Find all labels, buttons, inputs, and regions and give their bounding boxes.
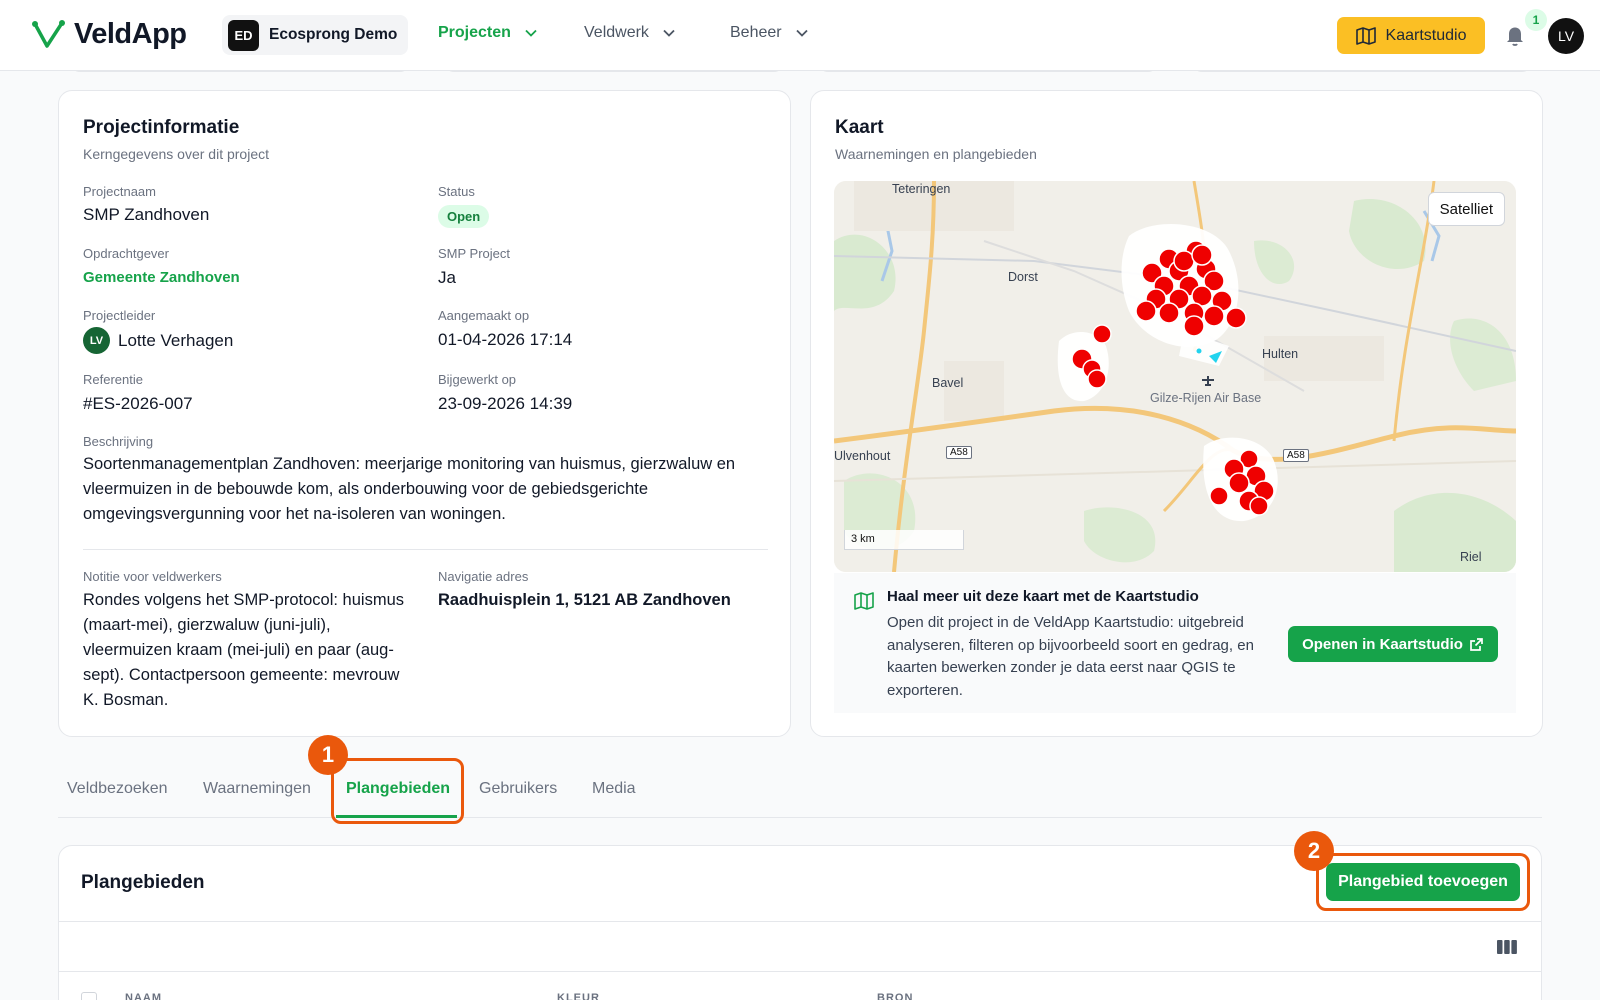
user-avatar[interactable]: LV [1548, 18, 1584, 54]
highlight-box-tab [331, 758, 464, 824]
bell-icon[interactable] [1503, 23, 1527, 47]
chevron-down-icon [663, 29, 675, 37]
org-name: Ecosprong Demo [269, 26, 398, 43]
smp-value: Ja [438, 268, 456, 287]
map-place-label: Ulvenhout [834, 449, 891, 463]
column-header-naam[interactable]: NAAM [125, 992, 162, 1000]
map-place-label: Bavel [932, 376, 964, 390]
select-all-checkbox[interactable] [81, 992, 97, 1000]
card-subtitle: Kerngegevens over dit project [83, 146, 269, 162]
navigation-address: Raadhuisplein 1, 5121 AB Zandhoven [438, 591, 731, 609]
map-place-label: Hulten [1262, 347, 1299, 361]
divider [83, 549, 768, 550]
card-subtitle: Waarnemingen en plangebieden [835, 146, 1037, 162]
nav-label: Beheer [730, 24, 782, 41]
tabs-divider [58, 817, 1542, 818]
promo-text: Open dit project in de VeldApp Kaartstud… [887, 614, 1254, 699]
satellite-toggle-button[interactable]: Satelliet [1427, 192, 1505, 226]
columns-icon[interactable] [1496, 939, 1518, 955]
fieldworker-note: Rondes volgens het SMP-protocol: huismus… [83, 591, 404, 709]
app-name: VeldApp [74, 18, 187, 50]
nav-veldwerk[interactable]: Veldwerk [584, 24, 675, 42]
map-icon [1355, 26, 1376, 45]
open-kaartstudio-label: Openen in Kaartstudio [1302, 635, 1463, 653]
open-kaartstudio-button[interactable]: Openen in Kaartstudio [1288, 626, 1498, 662]
map-place-label: Riel [1460, 550, 1482, 564]
map-scale: 3 km [844, 530, 964, 550]
tab-veldbezoeken[interactable]: Veldbezoeken [67, 780, 168, 798]
field-label: Projectnaam [83, 184, 156, 199]
veldapp-logo-icon [32, 19, 65, 48]
map-place-label: Teteringen [892, 182, 951, 196]
field-label: Status [438, 184, 475, 199]
map-place-label: Dorst [1008, 270, 1038, 284]
created-date: 01-04-2026 17:14 [438, 330, 573, 349]
notification-count-badge: 1 [1525, 9, 1547, 31]
chevron-down-icon [795, 29, 808, 37]
field-label: Opdrachtgever [83, 246, 169, 261]
map-icon [854, 592, 874, 610]
field-label: Navigatie adres [438, 569, 529, 584]
external-link-icon [1470, 637, 1483, 651]
organization-switcher[interactable]: ED Ecosprong Demo [222, 15, 408, 55]
divider [59, 971, 1541, 972]
kaartstudio-label: Kaartstudio [1385, 26, 1467, 44]
field-label: Referentie [83, 372, 143, 387]
step-marker-1: 1 [308, 735, 348, 775]
nav-projecten[interactable]: Projecten [438, 24, 537, 42]
project-info-card: Projectinformatie Kerngegevens over dit … [58, 90, 791, 737]
card-title: Kaart [835, 117, 884, 138]
highlight-box-button [1316, 853, 1530, 911]
road-tag: A58 [946, 446, 972, 459]
nav-label: Veldwerk [584, 24, 649, 41]
status-badge: Open [438, 205, 490, 228]
promo-title: Haal meer uit deze kaart met de Kaartstu… [887, 588, 1199, 605]
field-label: Bijgewerkt op [438, 372, 517, 387]
field-label: Projectleider [83, 308, 156, 323]
field-label: Aangemaakt op [438, 308, 530, 323]
chevron-down-icon [525, 29, 537, 37]
reference-value: #ES-2026-007 [83, 394, 193, 413]
road-tag: A58 [1283, 449, 1309, 462]
map-place-label: Gilze-Rijen Air Base [1150, 391, 1262, 405]
column-header-kleur: KLEUR [557, 992, 600, 1000]
nav-label: Projecten [438, 24, 511, 41]
updated-date: 23-09-2026 14:39 [438, 394, 573, 413]
tab-media[interactable]: Media [592, 780, 636, 798]
avatar: LV [83, 327, 110, 354]
project-name: SMP Zandhoven [83, 205, 210, 224]
section-title: Plangebieden [81, 872, 205, 893]
project-map[interactable]: Teteringen Dorst Bavel Hulten Gilze-Rije… [834, 181, 1516, 572]
kaartstudio-button[interactable]: Kaartstudio [1337, 17, 1485, 54]
tab-waarnemingen[interactable]: Waarnemingen [203, 780, 311, 798]
field-label: SMP Project [438, 246, 511, 261]
divider [59, 921, 1541, 922]
card-title: Projectinformatie [83, 117, 240, 138]
top-navigation-bar: VeldApp ED Ecosprong Demo Projecten Veld… [0, 0, 1600, 71]
field-label: Notitie voor veldwerkers [83, 569, 222, 584]
field-label: Beschrijving [83, 434, 154, 449]
nav-beheer[interactable]: Beheer [730, 24, 808, 42]
kaartstudio-promo: Haal meer uit deze kaart met de Kaartstu… [834, 573, 1516, 713]
client-link[interactable]: Gemeente Zandhoven [83, 269, 240, 286]
column-header-bron: BRON [877, 992, 914, 1000]
veldapp-logo[interactable]: VeldApp [32, 18, 187, 51]
org-initials-badge: ED [228, 19, 259, 51]
project-lead: Lotte Verhagen [118, 331, 234, 350]
step-marker-2: 2 [1294, 831, 1334, 871]
tab-gebruikers[interactable]: Gebruikers [479, 780, 557, 798]
description-text: Soortenmanagementplan Zandhoven: meerjar… [83, 455, 736, 523]
